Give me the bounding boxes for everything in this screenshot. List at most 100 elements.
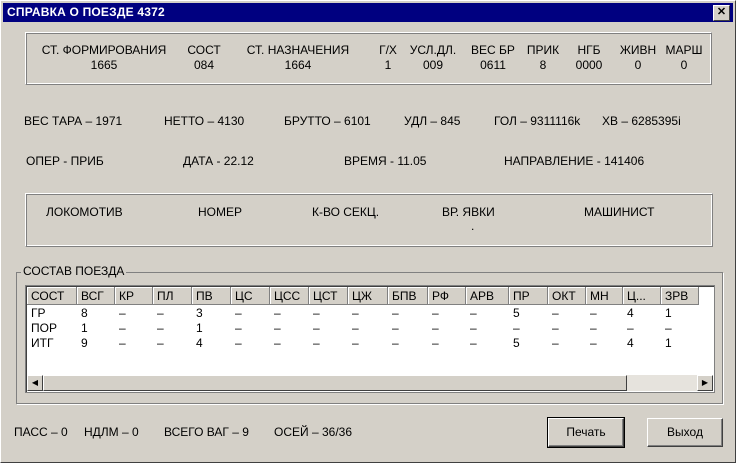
grid-cell[interactable]: – — [509, 321, 548, 336]
header-label: УСЛ.ДЛ. — [409, 43, 457, 57]
grid-cell[interactable]: – — [270, 321, 309, 336]
sostav-title: СОСТАВ ПОЕЗДА — [21, 264, 127, 278]
grid-column-header[interactable]: ЦСТ — [309, 287, 348, 305]
grid-column-header[interactable]: БПВ — [388, 287, 428, 305]
grid-cell[interactable]: – — [428, 306, 466, 321]
grid-column-header[interactable]: МН — [586, 287, 623, 305]
grid-cell[interactable]: 3 — [192, 306, 231, 321]
grid-cell[interactable]: – — [231, 336, 270, 351]
exit-button[interactable]: Выход — [647, 418, 723, 447]
grid-cell[interactable]: 1 — [661, 336, 699, 351]
grid-cell[interactable]: – — [309, 306, 348, 321]
grid-column-header[interactable]: АРВ — [466, 287, 509, 305]
grid-cell[interactable]: – — [270, 336, 309, 351]
ves-tara: ВЕС ТАРА – 1971 — [24, 114, 123, 128]
grid-column-header[interactable]: ЦЖ — [348, 287, 388, 305]
grid-column-header[interactable]: СОСТ — [27, 287, 77, 305]
grid-cell[interactable]: – — [388, 306, 428, 321]
grid-cell[interactable]: – — [388, 336, 428, 351]
grid-cell[interactable]: 1 — [77, 321, 115, 336]
grid-cell[interactable]: – — [586, 321, 623, 336]
grid-column-header[interactable]: ПР — [509, 287, 548, 305]
exit-button-label: Выход — [667, 425, 703, 439]
grid-cell[interactable]: – — [115, 321, 153, 336]
header-value: 1 — [384, 58, 392, 72]
grid-cell[interactable]: ИТГ — [27, 336, 77, 351]
loco-dot: . — [471, 219, 475, 233]
grid-cell[interactable]: – — [153, 321, 192, 336]
title-bar[interactable]: СПРАВКА О ПОЕЗДЕ 4372 ✕ — [3, 3, 733, 22]
grid-cell[interactable]: – — [231, 306, 270, 321]
grid-column-header[interactable]: ПВ — [192, 287, 231, 305]
grid-cell[interactable]: – — [586, 306, 623, 321]
grid-column-header[interactable]: ПЛ — [153, 287, 192, 305]
grid-cell[interactable]: – — [548, 306, 586, 321]
grid-cell[interactable]: – — [466, 306, 509, 321]
grid-cell[interactable]: ПОР — [27, 321, 77, 336]
grid-cell[interactable]: – — [270, 306, 309, 321]
time: ВРЕМЯ - 11.05 — [344, 154, 427, 168]
grid-cell[interactable]: – — [548, 336, 586, 351]
grid-cell[interactable]: – — [309, 321, 348, 336]
grid-column-header[interactable]: ЦСС — [270, 287, 309, 305]
grid-cell[interactable]: – — [115, 336, 153, 351]
arrow-right-icon: ▶ — [701, 378, 709, 387]
grid-cell[interactable]: – — [348, 306, 388, 321]
scroll-thumb[interactable] — [43, 375, 627, 391]
header-label: МАРШ — [665, 43, 703, 57]
print-button[interactable]: Печать — [547, 417, 625, 448]
grid-cell[interactable]: – — [348, 336, 388, 351]
grid-cell[interactable]: – — [115, 306, 153, 321]
grid-column-header[interactable]: Ц... — [623, 287, 661, 305]
grid-cell[interactable]: ГР — [27, 306, 77, 321]
grid-cell[interactable]: 4 — [623, 336, 661, 351]
grid-cell[interactable]: 1 — [192, 321, 231, 336]
grid-cell[interactable]: – — [466, 336, 509, 351]
arrow-left-icon: ◀ — [31, 378, 39, 387]
sostav-grid[interactable]: СОСТ ВСГ КР ПЛ ПВ ЦС ЦСС ЦСТ ЦЖ БПВ РФ АРВ ПР ОКТ МН Ц.… — [25, 285, 715, 393]
grid-cell[interactable]: – — [623, 321, 661, 336]
loco-header-nomer: НОМЕР — [198, 205, 243, 219]
grid-cell[interactable]: – — [586, 336, 623, 351]
header-value: 1664 — [284, 58, 312, 72]
header-col-usl-dl: УСЛ.ДЛ. 009 — [405, 43, 461, 72]
grid-cell[interactable]: – — [309, 336, 348, 351]
grid-column-header[interactable]: РФ — [428, 287, 466, 305]
gol: ГОЛ – 9311116k — [494, 114, 581, 128]
header-label: НГБ — [577, 43, 601, 57]
grid-column-header[interactable]: КР — [115, 287, 153, 305]
header-value: 0611 — [480, 58, 506, 72]
grid-column-header[interactable]: ЦС — [231, 287, 270, 305]
grid-cell[interactable]: 5 — [509, 306, 548, 321]
grid-cell[interactable]: – — [348, 321, 388, 336]
grid-cell[interactable]: – — [428, 336, 466, 351]
grid-cell[interactable]: 4 — [192, 336, 231, 351]
grid-cell[interactable]: – — [466, 321, 509, 336]
grid-cell[interactable]: 9 — [77, 336, 115, 351]
grid-cell[interactable]: – — [153, 336, 192, 351]
grid-cell[interactable]: 1 — [661, 306, 699, 321]
header-value: 0 — [680, 58, 688, 72]
header-col-sost: СОСТ 084 — [181, 43, 227, 72]
header-value: 009 — [422, 58, 444, 72]
scroll-right-button[interactable]: ▶ — [697, 375, 713, 391]
horizontal-scrollbar[interactable]: ◀ ▶ — [27, 375, 713, 391]
grid-column-header[interactable]: ЗРВ — [661, 287, 699, 305]
scroll-left-button[interactable]: ◀ — [27, 375, 43, 391]
header-value: 8 — [539, 58, 547, 72]
header-value: 0 — [634, 58, 642, 72]
grid-cell[interactable]: 5 — [509, 336, 548, 351]
grid-cell[interactable]: – — [661, 321, 699, 336]
grid-cell[interactable]: – — [548, 321, 586, 336]
close-button[interactable]: ✕ — [713, 5, 730, 21]
grid-column-header[interactable]: ОКТ — [548, 287, 586, 305]
header-value: 084 — [193, 58, 215, 72]
close-icon: ✕ — [716, 6, 727, 18]
grid-cell[interactable]: – — [388, 321, 428, 336]
grid-column-header[interactable]: ВСГ — [77, 287, 115, 305]
grid-cell[interactable]: – — [231, 321, 270, 336]
grid-cell[interactable]: – — [153, 306, 192, 321]
grid-cell[interactable]: – — [428, 321, 466, 336]
grid-cell[interactable]: 8 — [77, 306, 115, 321]
grid-cell[interactable]: 4 — [623, 306, 661, 321]
